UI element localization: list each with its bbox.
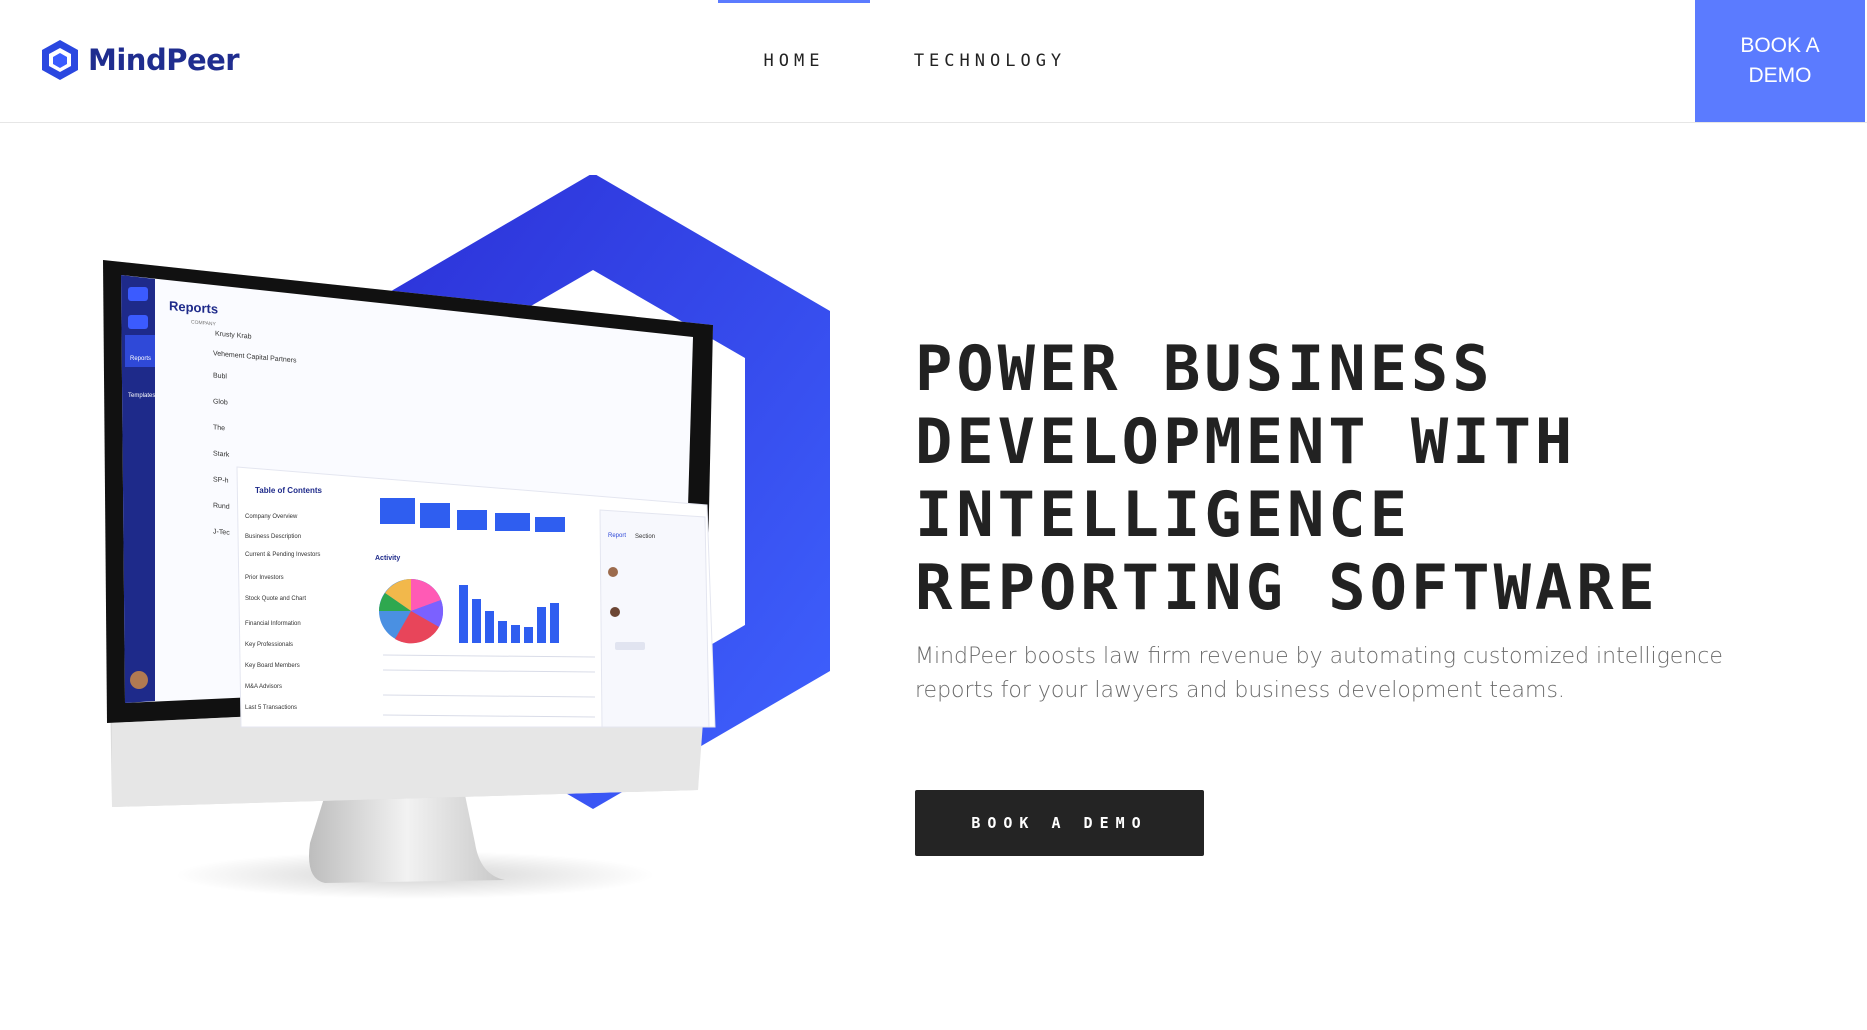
svg-text:Table of Contents: Table of Contents bbox=[255, 486, 323, 495]
header-cta-line2: DEMO bbox=[1748, 64, 1812, 87]
svg-text:Stark: Stark bbox=[213, 450, 230, 458]
svg-text:SP-h: SP-h bbox=[213, 476, 229, 484]
svg-text:Prior Investors: Prior Investors bbox=[245, 575, 284, 581]
monitor: Reports Templates Reports COMPANY Krusty… bbox=[103, 260, 716, 807]
brand-name: MindPeer bbox=[88, 43, 240, 77]
hero-illustration: Reports Templates Reports COMPANY Krusty… bbox=[103, 175, 830, 899]
nav-technology[interactable]: TECHNOLOGY bbox=[900, 0, 1080, 122]
svg-text:Current & Pending Investors: Current & Pending Investors bbox=[245, 552, 320, 558]
svg-text:Glob: Glob bbox=[213, 398, 228, 406]
site-header: MindPeer HOME TECHNOLOGY BOOK A DEMO bbox=[0, 0, 1867, 123]
svg-text:M&A Advisors: M&A Advisors bbox=[245, 684, 282, 690]
svg-text:Key Professionals: Key Professionals bbox=[245, 642, 293, 648]
svg-text:The: The bbox=[213, 424, 225, 432]
header-book-demo-button[interactable]: BOOK A DEMO bbox=[1695, 0, 1865, 122]
hero-subtext: MindPeer boosts law firm revenue by auto… bbox=[915, 644, 1723, 703]
svg-text:Financial Information: Financial Information bbox=[245, 621, 301, 627]
svg-text:Business Description: Business Description bbox=[245, 534, 301, 540]
svg-text:Stock Quote and Chart: Stock Quote and Chart bbox=[245, 596, 306, 602]
svg-text:Key Board Members: Key Board Members bbox=[245, 663, 300, 669]
svg-text:Templates: Templates bbox=[128, 393, 155, 399]
hero-headline: POWER BUSINESS DEVELOPMENT WITH INTELLIG… bbox=[915, 332, 1659, 624]
brand-logo[interactable]: MindPeer bbox=[40, 38, 240, 82]
svg-text:Section: Section bbox=[635, 534, 655, 540]
monitor-stand bbox=[309, 795, 505, 883]
nav-home[interactable]: HOME bbox=[718, 0, 870, 122]
activity-pie-chart bbox=[379, 579, 444, 644]
svg-text:Activity: Activity bbox=[375, 555, 400, 562]
book-demo-button[interactable]: BOOK A DEMO bbox=[915, 790, 1204, 856]
svg-text:Company Overview: Company Overview bbox=[245, 514, 298, 520]
svg-text:Report: Report bbox=[608, 533, 626, 539]
hexagon-logo-icon bbox=[42, 40, 78, 80]
svg-text:Last 5 Transactions: Last 5 Transactions bbox=[245, 705, 297, 711]
svg-text:Reports: Reports bbox=[130, 356, 151, 362]
svg-text:Bubl: Bubl bbox=[213, 372, 227, 380]
svg-text:Rund: Rund bbox=[213, 502, 230, 510]
header-cta-line1: BOOK A bbox=[1740, 34, 1820, 57]
